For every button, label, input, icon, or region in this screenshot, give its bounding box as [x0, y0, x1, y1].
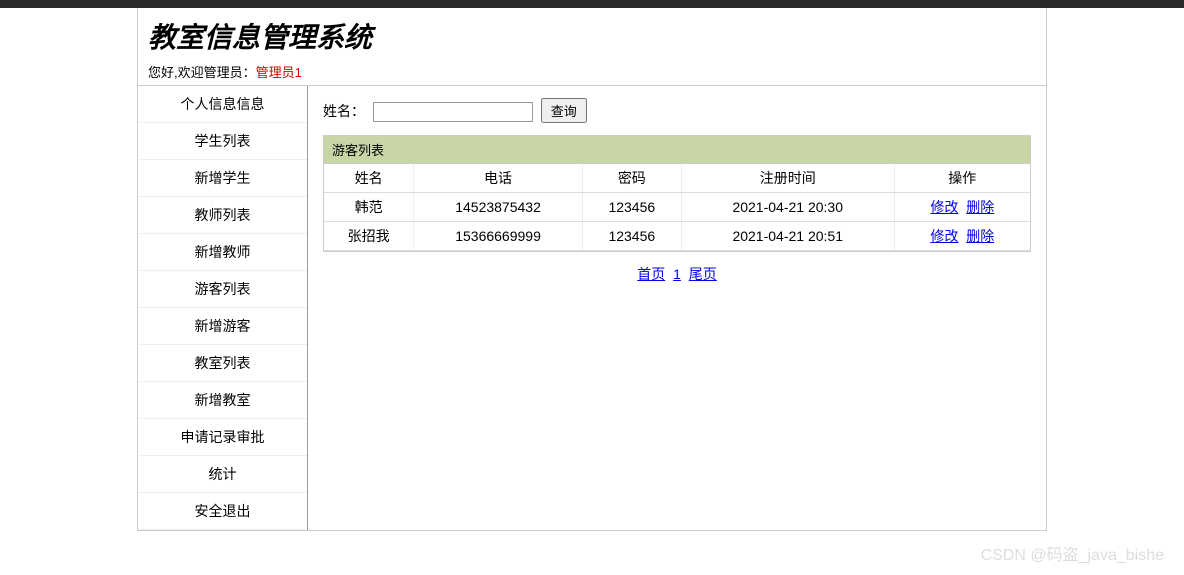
delete-link[interactable]: 删除 [966, 199, 994, 215]
main-container: 教室信息管理系统 您好,欢迎管理员：管理员1 个人信息信息 学生列表 新增学生 … [137, 8, 1047, 531]
sidebar-item-approval[interactable]: 申请记录审批 [138, 419, 307, 456]
th-action: 操作 [894, 164, 1030, 193]
th-name: 姓名 [324, 164, 414, 193]
sidebar: 个人信息信息 学生列表 新增学生 教师列表 新增教师 游客列表 新增游客 教室列… [138, 86, 308, 530]
sidebar-item-add-visitor[interactable]: 新增游客 [138, 308, 307, 345]
sidebar-item-student-list[interactable]: 学生列表 [138, 123, 307, 160]
edit-link[interactable]: 修改 [930, 228, 958, 244]
header: 教室信息管理系统 您好,欢迎管理员：管理员1 [138, 8, 1046, 85]
edit-link[interactable]: 修改 [930, 199, 958, 215]
pagination: 首页 1 尾页 [323, 264, 1031, 284]
table-title: 游客列表 [324, 136, 1030, 164]
th-password: 密码 [582, 164, 681, 193]
welcome-prefix: 您好,欢迎管理员： [148, 65, 256, 80]
cell-password: 123456 [582, 193, 681, 222]
cell-phone: 14523875432 [414, 193, 582, 222]
cell-time: 2021-04-21 20:30 [681, 193, 894, 222]
search-row: 姓名： 查询 [323, 98, 1031, 123]
first-page-link[interactable]: 首页 [637, 266, 665, 282]
watermark: CSDN @码盗_java_bishe [981, 541, 1164, 565]
content-area: 个人信息信息 学生列表 新增学生 教师列表 新增教师 游客列表 新增游客 教室列… [138, 85, 1046, 530]
sidebar-item-classroom-list[interactable]: 教室列表 [138, 345, 307, 382]
main-area: 姓名： 查询 游客列表 姓名 电话 密码 注册时间 操作 [308, 86, 1046, 530]
table-row: 张招我 15366669999 123456 2021-04-21 20:51 … [324, 222, 1030, 251]
search-input[interactable] [373, 102, 533, 122]
sidebar-item-teacher-list[interactable]: 教师列表 [138, 197, 307, 234]
welcome-text: 您好,欢迎管理员：管理员1 [148, 62, 1036, 83]
sidebar-item-personal-info[interactable]: 个人信息信息 [138, 86, 307, 123]
cell-time: 2021-04-21 20:51 [681, 222, 894, 251]
visitor-table: 姓名 电话 密码 注册时间 操作 韩范 14523875432 123456 2 [324, 164, 1030, 251]
delete-link[interactable]: 删除 [966, 228, 994, 244]
last-page-link[interactable]: 尾页 [689, 266, 717, 282]
search-button[interactable]: 查询 [541, 98, 587, 123]
cell-action: 修改 删除 [894, 193, 1030, 222]
th-phone: 电话 [414, 164, 582, 193]
sidebar-item-add-student[interactable]: 新增学生 [138, 160, 307, 197]
cell-phone: 15366669999 [414, 222, 582, 251]
page-number[interactable]: 1 [673, 266, 681, 282]
table-row: 韩范 14523875432 123456 2021-04-21 20:30 修… [324, 193, 1030, 222]
sidebar-item-logout[interactable]: 安全退出 [138, 493, 307, 530]
table-header-row: 姓名 电话 密码 注册时间 操作 [324, 164, 1030, 193]
search-label: 姓名： [323, 103, 365, 119]
sidebar-item-add-classroom[interactable]: 新增教室 [138, 382, 307, 419]
cell-name: 张招我 [324, 222, 414, 251]
cell-password: 123456 [582, 222, 681, 251]
browser-tab-bar [0, 0, 1184, 8]
table-container: 游客列表 姓名 电话 密码 注册时间 操作 韩范 [323, 135, 1031, 252]
page-title: 教室信息管理系统 [148, 16, 1036, 56]
sidebar-item-add-teacher[interactable]: 新增教师 [138, 234, 307, 271]
sidebar-item-statistics[interactable]: 统计 [138, 456, 307, 493]
cell-name: 韩范 [324, 193, 414, 222]
cell-action: 修改 删除 [894, 222, 1030, 251]
sidebar-item-visitor-list[interactable]: 游客列表 [138, 271, 307, 308]
admin-name[interactable]: 管理员1 [256, 65, 302, 80]
th-time: 注册时间 [681, 164, 894, 193]
